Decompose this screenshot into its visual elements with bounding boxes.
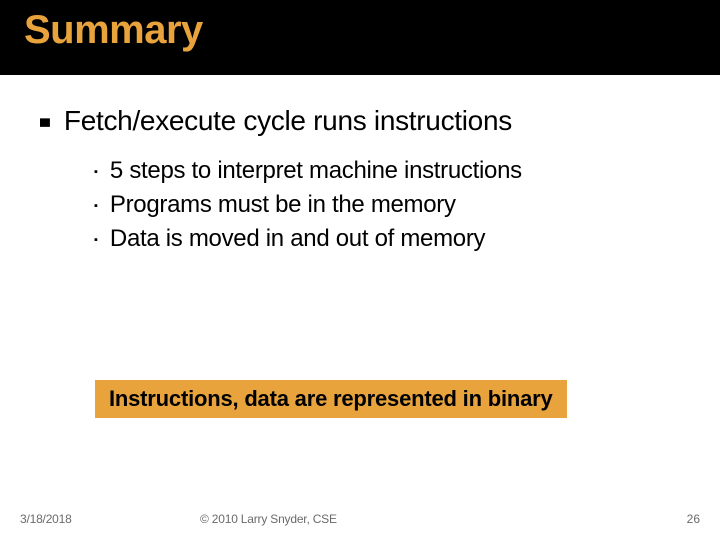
footer-date: 3/18/2018	[20, 512, 72, 526]
sub-bullet-list: ▪ 5 steps to interpret machine instructi…	[94, 157, 690, 255]
slide-content: ▀ Fetch/execute cycle runs instructions …	[0, 75, 720, 255]
footer-page-number: 26	[687, 512, 700, 526]
sub-bullet: ▪ Data is moved in and out of memory	[94, 225, 690, 255]
sub-bullet-text: Data is moved in and out of memory	[110, 225, 485, 253]
sub-bullet-marker-icon: ▪	[94, 157, 98, 187]
bullet-marker-icon: ▀	[40, 109, 50, 143]
sub-bullet: ▪ 5 steps to interpret machine instructi…	[94, 157, 690, 187]
main-bullet-text: Fetch/execute cycle runs instructions	[64, 105, 512, 137]
sub-bullet: ▪ Programs must be in the memory	[94, 191, 690, 221]
main-bullet: ▀ Fetch/execute cycle runs instructions	[40, 105, 690, 143]
sub-bullet-marker-icon: ▪	[94, 225, 98, 255]
slide-title: Summary	[24, 8, 720, 53]
slide-footer: 3/18/2018 © 2010 Larry Snyder, CSE 26	[0, 512, 720, 526]
footer-copyright: © 2010 Larry Snyder, CSE	[200, 512, 337, 526]
callout-box: Instructions, data are represented in bi…	[95, 380, 567, 418]
sub-bullet-marker-icon: ▪	[94, 191, 98, 221]
title-bar: Summary	[0, 0, 720, 75]
sub-bullet-text: Programs must be in the memory	[110, 191, 456, 219]
sub-bullet-text: 5 steps to interpret machine instruction…	[110, 157, 522, 185]
